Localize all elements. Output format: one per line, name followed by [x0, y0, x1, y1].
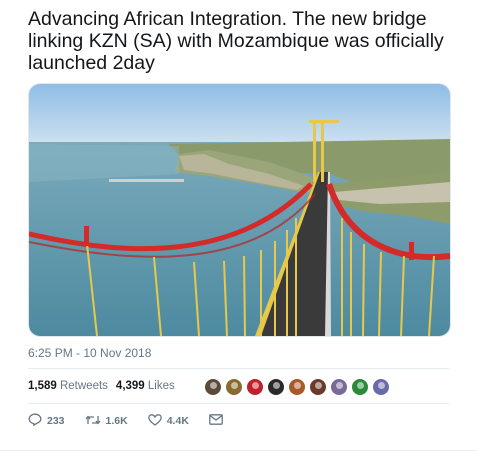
reply-count: 233: [47, 415, 65, 427]
avatar[interactable]: [309, 378, 327, 396]
avatar[interactable]: [225, 378, 243, 396]
like-button[interactable]: 4.4K: [147, 413, 189, 429]
tweet-actions: 233 1.6K 4.4K: [28, 410, 248, 432]
likes-count: 4,399: [115, 380, 145, 392]
retweets-count: 1,589: [28, 380, 57, 392]
retweets-label: Retweets: [59, 380, 108, 392]
avatar[interactable]: [288, 378, 306, 396]
likes-label: Likes: [147, 380, 175, 392]
retweets-stat[interactable]: 1,589 Retweets: [28, 380, 108, 392]
reply-icon: [28, 413, 47, 429]
direct-message-button[interactable]: [209, 414, 228, 428]
tweet-text: Advancing African Integration. The new b…: [28, 8, 444, 74]
tweet-photo-bridge[interactable]: [28, 83, 451, 337]
divider: [28, 403, 449, 404]
reply-button[interactable]: 233: [28, 413, 65, 429]
avatar[interactable]: [372, 378, 390, 396]
likes-stat[interactable]: 4,399 Likes: [116, 380, 175, 392]
retweet-icon: [85, 414, 106, 429]
engagement-stats: 1,589 Retweets 4,399 Likes: [28, 369, 449, 403]
like-count: 4.4K: [166, 415, 189, 427]
retweet-button[interactable]: 1.6K: [85, 414, 128, 429]
avatar[interactable]: [267, 378, 285, 396]
tweet-timestamp[interactable]: 6:25 PM - 10 Nov 2018: [28, 346, 151, 360]
avatar[interactable]: [246, 378, 264, 396]
liker-avatars: [204, 378, 393, 396]
envelope-icon: [209, 414, 228, 428]
avatar[interactable]: [330, 378, 348, 396]
heart-icon: [147, 413, 167, 429]
retweet-count: 1.6K: [105, 415, 128, 427]
avatar[interactable]: [204, 378, 222, 396]
avatar[interactable]: [351, 378, 369, 396]
